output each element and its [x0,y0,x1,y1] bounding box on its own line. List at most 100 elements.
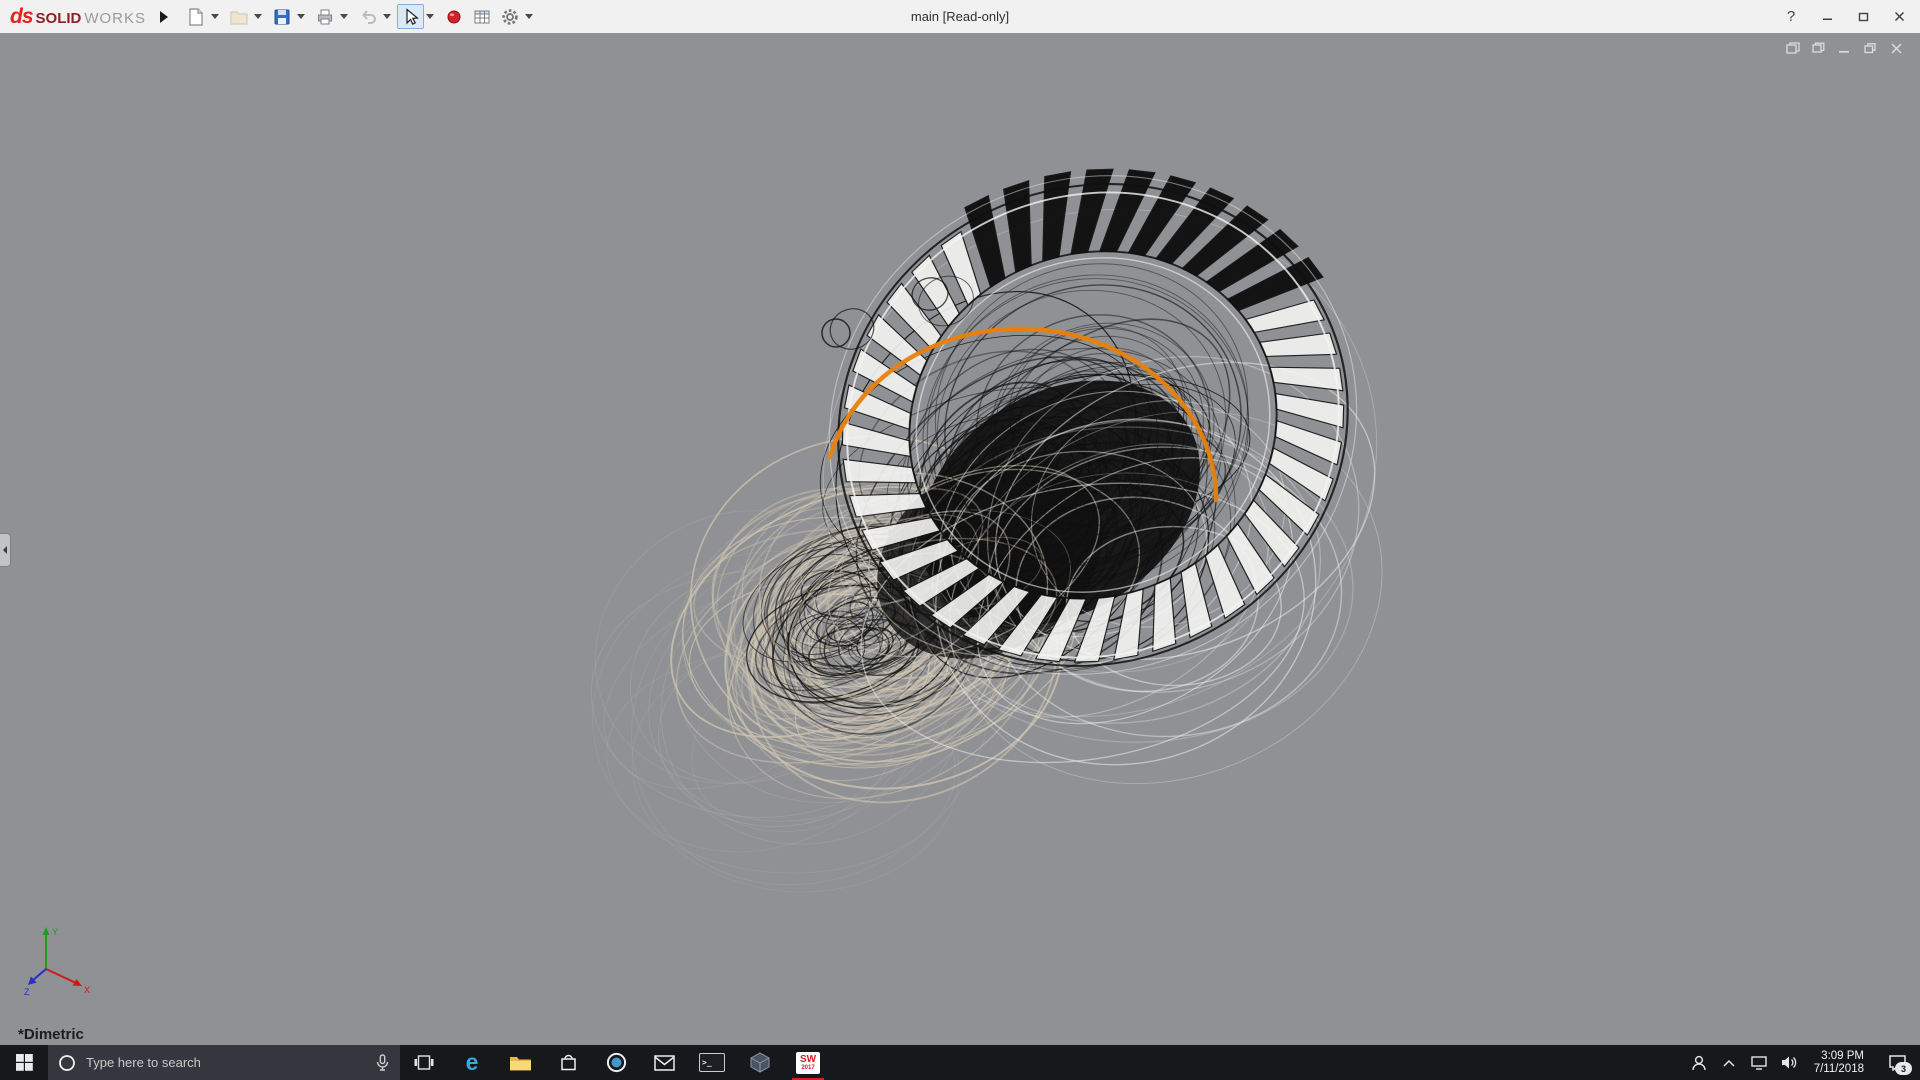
minimize-button[interactable] [1812,5,1842,29]
clock-date: 7/11/2018 [1813,1062,1864,1075]
doc-minimize-button[interactable] [1837,41,1852,55]
open-folder-icon [229,10,248,25]
gear-icon [501,8,518,25]
speaker-icon [1781,1056,1796,1069]
microphone-icon[interactable] [375,1054,390,1071]
people-icon [1691,1055,1706,1071]
triad-x-label: X [84,985,90,995]
browser-circle-icon [606,1052,626,1073]
undo-dropdown-caret-icon[interactable] [383,14,392,19]
window-controls: ? [1776,0,1914,33]
people-button[interactable] [1684,1045,1714,1080]
design-table-icon [474,10,490,23]
model-viewer-button[interactable] [736,1045,784,1080]
undo-button[interactable] [354,4,381,29]
solidworks-app-button[interactable]: SW 2017 [784,1045,832,1080]
action-center-button[interactable]: 3 [1874,1045,1920,1080]
new-window-icon [1786,42,1800,54]
network-icon [1750,1056,1767,1070]
solidworks-window: ds SOLID WORKS main [Read-only] ? Y X Z … [0,0,1920,1080]
doc-minimize-icon [1839,51,1849,53]
doc-cascade-button[interactable] [1811,41,1826,55]
orientation-triad: Y X Z [24,927,90,997]
printer-icon [317,9,332,24]
close-button[interactable] [1884,5,1914,29]
task-pane-collapse-tab[interactable] [0,533,11,567]
design-table-button[interactable] [468,4,495,29]
show-hidden-icons-button[interactable] [1714,1045,1744,1080]
minimize-icon [1822,18,1832,20]
graphics-viewport[interactable]: Y X Z *Dimetric [0,33,1920,1045]
appearance-sphere-icon [447,10,461,23]
print-button[interactable] [311,4,338,29]
open-document-button[interactable] [225,4,252,29]
mail-button[interactable] [640,1045,688,1080]
windows-logo-icon [15,1054,33,1071]
new-document-button[interactable] [182,4,209,29]
model-viewer-cube-icon [750,1052,770,1073]
solidworks-2017-icon: SW 2017 [796,1051,820,1074]
ds-logo-mark: ds [10,4,33,28]
search-input[interactable] [84,1054,367,1071]
collapse-arrow-icon [3,546,7,554]
open-dropdown-caret-icon[interactable] [254,14,263,19]
help-button[interactable]: ? [1776,5,1806,29]
save-button[interactable] [268,4,295,29]
triad-y-label: Y [52,927,58,937]
print-dropdown-caret-icon[interactable] [340,14,349,19]
clock-time: 3:09 PM [1821,1049,1864,1062]
file-explorer-icon [509,1056,531,1070]
task-view-button[interactable] [400,1045,448,1080]
browser-circle-button[interactable] [592,1045,640,1080]
notification-badge: 3 [1895,1062,1912,1075]
network-button[interactable] [1744,1045,1774,1080]
undo-arrow-icon [361,9,376,24]
doc-restore-button[interactable] [1863,41,1878,55]
options-dropdown-caret-icon[interactable] [525,14,534,19]
cortana-circle-icon [59,1054,75,1071]
brand-works: WORKS [84,9,147,27]
system-tray [1684,1045,1804,1080]
taskbar-search[interactable] [48,1045,400,1080]
file-explorer-button[interactable] [496,1045,544,1080]
mail-envelope-icon [653,1054,675,1071]
solidworks-logo: ds SOLID WORKS [0,5,154,29]
new-dropdown-caret-icon[interactable] [211,14,220,19]
close-icon [1894,11,1904,22]
doc-close-icon [1891,43,1902,54]
view-orientation-label: *Dimetric [18,1026,84,1043]
cascade-windows-icon [1812,42,1825,53]
volume-button[interactable] [1774,1045,1804,1080]
menu-flyout-arrow-icon[interactable] [160,10,169,23]
select-tool-button[interactable] [397,4,425,29]
appearance-button[interactable] [440,4,467,29]
quick-toolbar [182,4,538,29]
options-button[interactable] [496,4,523,29]
command-prompt-button[interactable]: >_ [688,1045,736,1080]
task-view-icon [414,1055,434,1070]
command-prompt-icon: >_ [699,1053,725,1072]
taskbar-clock[interactable]: 3:09 PM 7/11/2018 [1804,1045,1874,1080]
triad-z-label: Z [24,987,30,997]
new-document-icon [188,7,203,26]
restore-button[interactable] [1848,5,1878,29]
restore-icon [1858,12,1868,22]
windows-taskbar: e >_ [0,1045,1920,1080]
taskbar-spacer [832,1045,1684,1080]
document-window-controls [1785,41,1904,55]
doc-restore-icon [1864,43,1876,54]
brand-solid: SOLID [35,9,82,27]
store-bag-icon [560,1054,576,1071]
doc-new-window-button[interactable] [1785,41,1800,55]
save-dropdown-caret-icon[interactable] [297,14,306,19]
edge-browser-button[interactable]: e [448,1045,496,1080]
select-dropdown-caret-icon[interactable] [426,14,435,19]
start-button[interactable] [0,1045,48,1080]
select-cursor-icon [405,7,419,25]
store-button[interactable] [544,1045,592,1080]
save-floppy-icon [274,9,290,24]
chevron-up-icon [1723,1059,1735,1067]
doc-close-button[interactable] [1889,41,1904,55]
title-bar: ds SOLID WORKS main [Read-only] ? [0,0,1920,34]
jet-engine-wireframe-model[interactable] [0,33,1920,1045]
